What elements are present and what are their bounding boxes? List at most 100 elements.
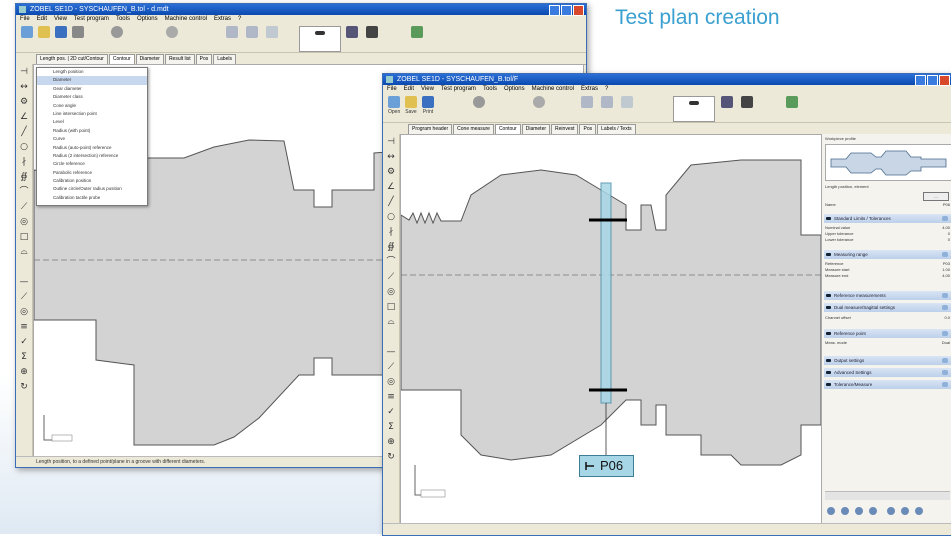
menu-tools[interactable]: Tools xyxy=(483,86,497,92)
length-position-icon[interactable]: ⊣ xyxy=(18,66,30,78)
tool-new-icon[interactable]: Open xyxy=(388,96,400,120)
menu-machine-control[interactable]: Machine control xyxy=(165,16,207,22)
tool-display-icon[interactable] xyxy=(346,26,358,50)
tangent-icon[interactable]: ⟋ xyxy=(385,361,397,373)
hline-icon[interactable]: — xyxy=(18,276,30,288)
nav-next-icon[interactable] xyxy=(855,507,863,515)
check-icon[interactable]: ✓ xyxy=(18,336,30,348)
p06-measurement-label[interactable]: P06 xyxy=(579,455,634,477)
tool-save-icon[interactable]: Print xyxy=(422,96,434,120)
menu-help[interactable]: ? xyxy=(605,86,608,92)
tool-new-icon[interactable] xyxy=(21,26,33,50)
tool-teach-icon[interactable] xyxy=(411,26,423,50)
action-add-icon[interactable] xyxy=(887,507,895,515)
check-icon[interactable]: ✓ xyxy=(385,406,397,418)
menu-file[interactable]: File xyxy=(387,86,397,92)
thread-icon[interactable]: ∯ xyxy=(18,171,30,183)
square-icon[interactable]: □ xyxy=(385,301,397,313)
slope-icon[interactable]: ⟋ xyxy=(385,271,397,283)
menu-test-program[interactable]: Test program xyxy=(74,16,109,22)
menu-view[interactable]: View xyxy=(54,16,67,22)
menu-help[interactable]: ? xyxy=(238,16,241,22)
tool-cycle-icon[interactable] xyxy=(473,96,485,120)
nav-last-icon[interactable] xyxy=(869,507,877,515)
ring-icon[interactable]: ◎ xyxy=(18,306,30,318)
dropdown-item[interactable]: Gear diameter xyxy=(37,85,147,93)
action-settings-icon[interactable] xyxy=(915,507,923,515)
field-value[interactable]: 0.0 xyxy=(944,315,950,321)
section-measuring-range[interactable]: Measuring range xyxy=(824,250,951,259)
gear-icon[interactable]: ⚙ xyxy=(18,96,30,108)
dropdown-item[interactable]: Calibration tactile probe xyxy=(37,194,147,202)
point-icon[interactable]: ∤ xyxy=(385,226,397,238)
tool-run-icon[interactable] xyxy=(166,26,178,50)
rotate-icon[interactable]: ↻ xyxy=(385,451,397,463)
dropdown-item[interactable]: Radius (2 intersection) reference xyxy=(37,152,147,160)
ring-icon[interactable]: ◎ xyxy=(385,376,397,388)
tool-position-icon[interactable] xyxy=(366,26,378,50)
tool-zoom2d-icon[interactable] xyxy=(601,96,613,120)
tab-reinvest[interactable]: Reinvest xyxy=(551,124,579,134)
menu-tools[interactable]: Tools xyxy=(116,16,130,22)
dropdown-item[interactable]: Line intersection point xyxy=(37,110,147,118)
tool-zoom-icon[interactable] xyxy=(226,26,238,50)
choose-button[interactable]: … xyxy=(923,192,949,201)
center-icon[interactable]: ◎ xyxy=(385,286,397,298)
target-icon[interactable]: ⊕ xyxy=(18,366,30,378)
field-value[interactable]: 4.00 xyxy=(942,273,950,279)
slope-icon[interactable]: ⟋ xyxy=(18,201,30,213)
maximize-button[interactable] xyxy=(561,5,572,16)
tool-open-icon[interactable]: Save xyxy=(405,96,417,120)
tab-diameter[interactable]: Diameter xyxy=(521,124,551,134)
tool-teach-icon[interactable] xyxy=(786,96,798,120)
hline-icon[interactable]: — xyxy=(385,346,397,358)
tool-zoom-icon[interactable] xyxy=(581,96,593,120)
center-icon[interactable]: ◎ xyxy=(18,216,30,228)
length-position-icon[interactable]: ⊣ xyxy=(385,136,397,148)
tab-labels[interactable]: Labels / Texts xyxy=(597,124,636,134)
tool-display-icon[interactable] xyxy=(721,96,733,120)
nav-prev-icon[interactable] xyxy=(841,507,849,515)
field-value[interactable]: P06 xyxy=(943,202,950,208)
tool-zoom2d-icon[interactable] xyxy=(246,26,258,50)
tab-result[interactable]: Result list xyxy=(164,54,195,64)
lines-icon[interactable]: ≡ xyxy=(385,391,397,403)
measurement-type-dropdown[interactable]: Length position Diameter Gear diameter D… xyxy=(36,67,148,206)
tool-diff-position-icon[interactable] xyxy=(299,26,341,52)
target-icon[interactable]: ⊕ xyxy=(385,436,397,448)
tool-save-icon[interactable] xyxy=(55,26,67,50)
field-value[interactable]: Dual xyxy=(942,340,950,346)
tab-pos[interactable]: Pos xyxy=(195,54,213,64)
dropdown-item[interactable]: Diameter class xyxy=(37,93,147,101)
tool-position-icon[interactable] xyxy=(741,96,753,120)
tab-program-header[interactable]: Program header xyxy=(408,124,453,134)
tool-cycle-icon[interactable] xyxy=(111,26,123,50)
dropdown-item[interactable]: Calibration position xyxy=(37,177,147,185)
rotate-icon[interactable]: ↻ xyxy=(18,381,30,393)
section-reference-measurements[interactable]: Reference measurements xyxy=(824,291,951,300)
section-standard-limits[interactable]: Standard Limits / Tolerances xyxy=(824,214,951,223)
distance-icon[interactable]: ↔ xyxy=(385,151,397,163)
menu-view[interactable]: View xyxy=(421,86,434,92)
tab-pos[interactable]: Pos xyxy=(579,124,597,134)
menu-edit[interactable]: Edit xyxy=(404,86,414,92)
sum-icon[interactable]: Σ xyxy=(385,421,397,433)
arc-icon[interactable]: ⌓ xyxy=(18,246,30,258)
angle-icon[interactable]: ∠ xyxy=(385,181,397,193)
lines-icon[interactable]: ≡ xyxy=(18,321,30,333)
dropdown-item[interactable]: Parabolic reference xyxy=(37,169,147,177)
dropdown-item[interactable]: Radius (auto-point) reference xyxy=(37,144,147,152)
measurement-probe-band[interactable] xyxy=(600,182,612,404)
square-icon[interactable]: □ xyxy=(18,231,30,243)
radius-icon[interactable]: ⌒ xyxy=(385,256,397,268)
menu-edit[interactable]: Edit xyxy=(37,16,47,22)
thread-icon[interactable]: ∯ xyxy=(385,241,397,253)
tab-labels[interactable]: Labels xyxy=(213,54,236,64)
menu-options[interactable]: Options xyxy=(504,86,525,92)
radius-icon[interactable]: ⌒ xyxy=(18,186,30,198)
dropdown-item[interactable]: Cone angle xyxy=(37,102,147,110)
dropdown-item[interactable]: Radius (with point) xyxy=(37,127,147,135)
tool-zoom3d-icon[interactable] xyxy=(621,96,633,120)
section-reference-point[interactable]: Reference point xyxy=(824,329,951,338)
section-dual-measure[interactable]: Dual measure/Sagittal settings xyxy=(824,303,951,312)
